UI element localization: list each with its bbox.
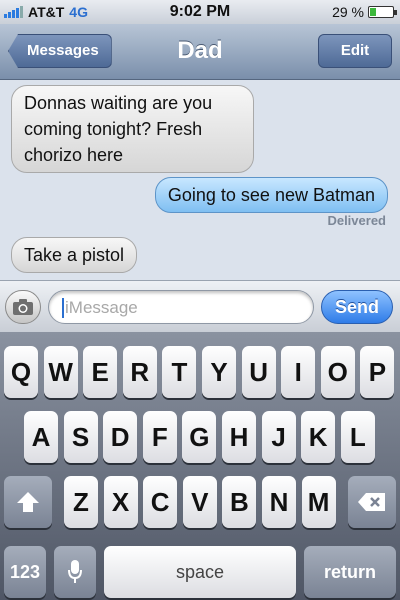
- key-v[interactable]: V: [182, 476, 217, 528]
- shift-key[interactable]: [4, 476, 52, 528]
- camera-button[interactable]: [5, 290, 41, 324]
- key-e[interactable]: E: [83, 346, 118, 398]
- key-n[interactable]: N: [262, 476, 296, 528]
- numbers-key[interactable]: 123: [4, 546, 46, 598]
- key-q[interactable]: Q: [4, 346, 38, 398]
- message-thread[interactable]: Donnas waiting are you coming tonight? F…: [0, 81, 400, 280]
- key-t[interactable]: T: [162, 346, 197, 398]
- incoming-message-bubble[interactable]: Donnas waiting are you coming tonight? F…: [11, 85, 254, 173]
- key-c[interactable]: C: [143, 476, 178, 528]
- message-input-placeholder: iMessage: [65, 298, 138, 317]
- navigation-bar: Messages Dad Edit: [0, 24, 400, 80]
- key-w[interactable]: W: [43, 346, 78, 398]
- key-z[interactable]: Z: [64, 476, 98, 528]
- microphone-icon: [68, 560, 82, 583]
- send-button[interactable]: Send: [321, 290, 393, 324]
- key-f[interactable]: F: [142, 411, 177, 463]
- text-cursor: [62, 298, 64, 318]
- return-key[interactable]: return: [304, 546, 396, 598]
- key-a[interactable]: A: [24, 411, 58, 463]
- key-i[interactable]: I: [281, 346, 316, 398]
- key-k[interactable]: K: [301, 411, 336, 463]
- backspace-icon: [358, 493, 385, 511]
- key-g[interactable]: G: [182, 411, 217, 463]
- outgoing-message-bubble[interactable]: Going to see new Batman: [154, 177, 388, 213]
- battery-level: [370, 8, 377, 16]
- key-s[interactable]: S: [63, 411, 98, 463]
- keyboard: 123 space return QWERTYUIOP ASDFGHJKL ZXCV…: [0, 332, 400, 600]
- key-d[interactable]: D: [103, 411, 138, 463]
- status-bar: AT&T 4G 9:02 PM 29 %: [0, 0, 400, 24]
- key-u[interactable]: U: [241, 346, 276, 398]
- key-o[interactable]: O: [320, 346, 355, 398]
- message-input[interactable]: iMessage: [48, 290, 314, 324]
- delivered-status: Delivered: [327, 213, 386, 228]
- compose-bar: iMessage Send: [0, 280, 400, 332]
- delete-key[interactable]: [348, 476, 396, 528]
- key-m[interactable]: M: [301, 476, 336, 528]
- edit-button[interactable]: Edit: [318, 34, 392, 68]
- dictation-key[interactable]: [54, 546, 96, 598]
- key-y[interactable]: Y: [202, 346, 236, 398]
- key-l[interactable]: L: [340, 411, 375, 463]
- battery-percent: 29 %: [332, 4, 364, 20]
- key-b[interactable]: B: [222, 476, 257, 528]
- key-p[interactable]: P: [360, 346, 395, 398]
- key-r[interactable]: R: [122, 346, 157, 398]
- key-j[interactable]: J: [261, 411, 296, 463]
- shift-arrow-icon: [17, 492, 39, 512]
- key-h[interactable]: H: [222, 411, 256, 463]
- battery-icon: [368, 6, 397, 18]
- key-x[interactable]: X: [103, 476, 138, 528]
- camera-icon: [13, 299, 33, 315]
- space-key[interactable]: space: [104, 546, 296, 598]
- incoming-message-bubble[interactable]: Take a pistol: [11, 237, 138, 273]
